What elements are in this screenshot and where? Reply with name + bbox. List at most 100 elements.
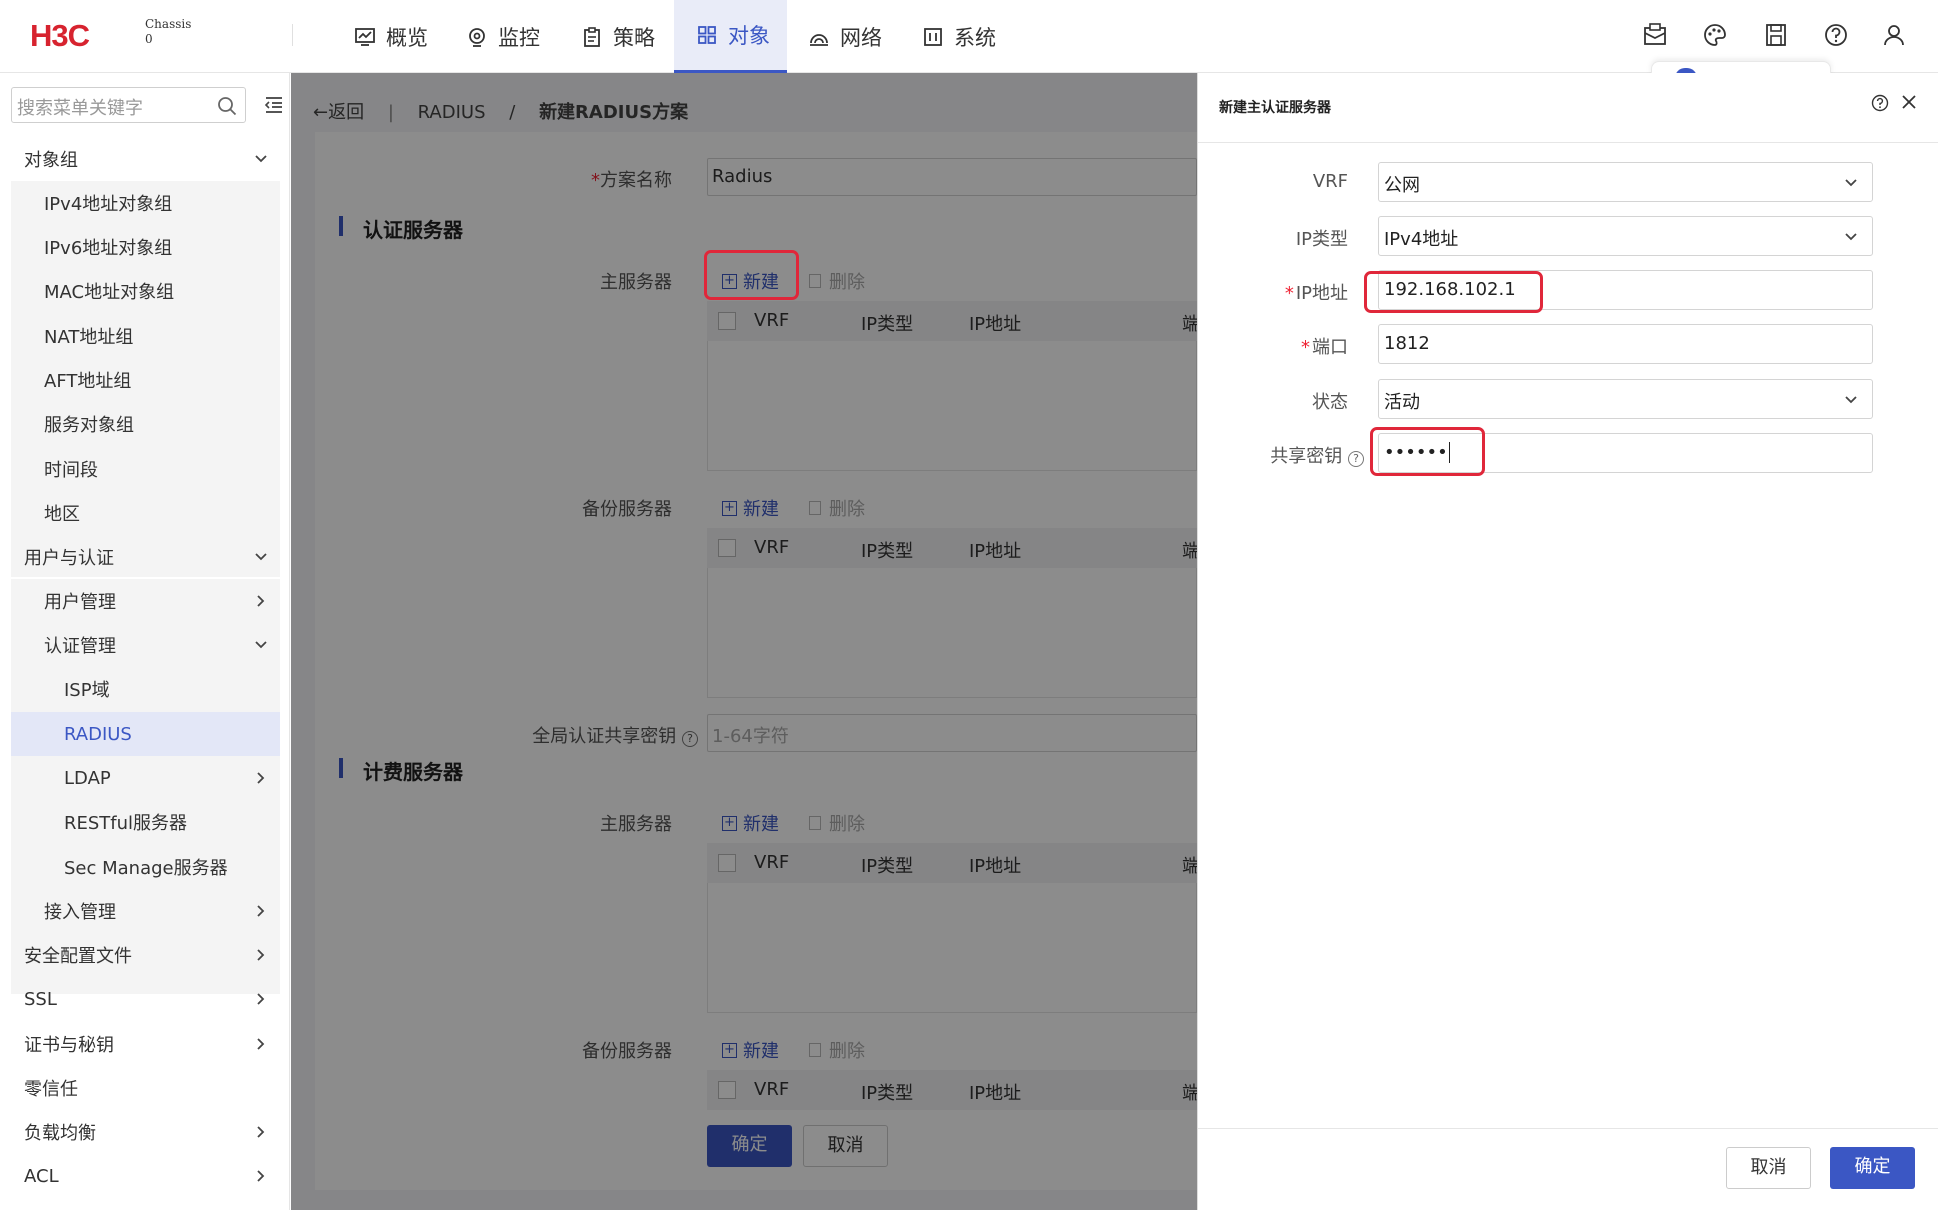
highlight-ip-address — [1364, 271, 1543, 313]
chevron-right-icon — [257, 949, 265, 961]
iptype-label: IP类型 — [1295, 229, 1348, 250]
highlight-shared-key — [1370, 427, 1485, 476]
menu-ipv4-group[interactable]: IPv4地址对象组 — [0, 181, 290, 225]
nav-network[interactable]: 网络 — [808, 0, 882, 73]
system-icon — [924, 27, 942, 46]
port-input[interactable]: 1812 — [1378, 324, 1873, 364]
menu-ssl[interactable]: SSL — [0, 977, 290, 1021]
chevron-down-icon — [1845, 233, 1857, 241]
highlight-new-button — [704, 250, 799, 300]
nav-monitor[interactable]: 监控 — [466, 0, 540, 73]
nav-system[interactable]: 系统 — [922, 0, 996, 73]
state-select[interactable]: 活动 — [1378, 379, 1873, 419]
nav-label: 系统 — [954, 25, 996, 50]
sidebar: 搜索菜单关键字 对象组 IPv4地址对象组 IPv6地址对象组 MAC地址对象组… — [0, 73, 290, 1210]
svg-text:H3C: H3C — [30, 18, 90, 52]
close-icon[interactable] — [1901, 94, 1917, 110]
iptype-select[interactable]: IPv4地址 — [1378, 216, 1873, 256]
device-line-1: Chassis — [145, 17, 192, 31]
menu-label: ACL — [24, 1165, 59, 1187]
menu-service-group[interactable]: 服务对象组 — [0, 402, 290, 446]
nav-overview[interactable]: 概览 — [354, 0, 428, 73]
menu-label: 时间段 — [44, 460, 98, 481]
help-icon[interactable]: ? — [1348, 451, 1364, 467]
policy-icon — [584, 26, 600, 47]
mailbox-icon[interactable] — [1642, 22, 1668, 48]
menu-zero-trust[interactable]: 零信任 — [0, 1066, 290, 1110]
collapse-menu-icon[interactable] — [264, 96, 284, 114]
chevron-down-icon — [1845, 396, 1857, 404]
menu-restful[interactable]: RESTful服务器 — [0, 800, 290, 844]
menu-label: 零信任 — [24, 1079, 78, 1100]
top-bar: H3C Chassis 0 概览 监控 策略 对象 网络 系统 — [0, 0, 1938, 73]
menu-user-auth[interactable]: 用户与认证 — [0, 535, 290, 579]
palette-icon[interactable] — [1702, 22, 1728, 48]
help-icon[interactable] — [1871, 94, 1889, 112]
menu-label: MAC地址对象组 — [44, 282, 175, 303]
menu-radius[interactable]: RADIUS — [11, 712, 280, 756]
save-icon[interactable] — [1763, 22, 1789, 48]
vrf-value: 公网 — [1384, 175, 1420, 196]
menu-ldap[interactable]: LDAP — [0, 756, 290, 800]
menu-label: 服务对象组 — [44, 415, 134, 436]
chevron-right-icon — [257, 993, 265, 1005]
objects-icon — [698, 26, 716, 44]
menu-isp-domain[interactable]: ISP域 — [0, 667, 290, 711]
menu-label: RADIUS — [64, 723, 132, 745]
menu-nat-group[interactable]: NAT地址组 — [0, 314, 290, 358]
device-line-2: 0 — [145, 32, 153, 46]
port-value: 1812 — [1384, 333, 1430, 354]
menu-auth-mgmt[interactable]: 认证管理 — [0, 623, 290, 667]
nav-policy[interactable]: 策略 — [581, 0, 655, 73]
menu-time-range[interactable]: 时间段 — [0, 447, 290, 491]
menu-ipv6-group[interactable]: IPv6地址对象组 — [0, 225, 290, 269]
menu-load-balance[interactable]: 负载均衡 — [0, 1110, 290, 1154]
state-value: 活动 — [1384, 392, 1420, 413]
key-label: 共享密钥 ? — [1198, 442, 1364, 468]
menu-region[interactable]: 地区 — [0, 491, 290, 535]
nav-label: 对象 — [728, 24, 770, 48]
menu-label: IPv4地址对象组 — [44, 194, 173, 215]
chevron-right-icon — [257, 1170, 265, 1182]
vrf-select[interactable]: 公网 — [1378, 162, 1873, 202]
menu-secmanage[interactable]: Sec Manage服务器 — [0, 845, 290, 889]
chevron-right-icon — [257, 772, 265, 784]
chevron-down-icon — [255, 553, 267, 561]
device-info: Chassis 0 — [145, 17, 191, 47]
port-label: * 端口 — [1301, 337, 1348, 358]
menu-aft-group[interactable]: AFT地址组 — [0, 358, 290, 402]
menu-acl[interactable]: ACL — [0, 1154, 290, 1198]
menu-label: ISP域 — [64, 680, 110, 701]
menu-label: IPv6地址对象组 — [44, 238, 173, 259]
modal-overlay[interactable] — [291, 73, 1197, 1210]
menu-access-mgmt[interactable]: 接入管理 — [0, 889, 290, 933]
chevron-right-icon — [257, 1126, 265, 1138]
dashboard-icon — [355, 27, 375, 46]
help-icon[interactable] — [1823, 22, 1849, 48]
search-icon[interactable] — [217, 96, 237, 116]
new-server-drawer: 新建主认证服务器 VRF 公网 IP类型 IPv4地址 * IP地址 192.16… — [1197, 73, 1938, 1210]
divider — [1198, 1128, 1938, 1129]
drawer-title: 新建主认证服务器 — [1219, 100, 1331, 116]
menu-label: AFT地址组 — [44, 371, 132, 392]
menu-user-mgmt[interactable]: 用户管理 — [0, 579, 290, 623]
h3c-logo[interactable]: H3C — [30, 18, 135, 52]
menu-label: SSL — [24, 988, 57, 1010]
menu-label: 用户与认证 — [24, 548, 114, 569]
search-input[interactable]: 搜索菜单关键字 — [11, 87, 246, 123]
drawer-ok-button[interactable]: 确定 — [1830, 1147, 1915, 1189]
menu-label: 对象组 — [24, 150, 78, 171]
menu-mac-group[interactable]: MAC地址对象组 — [0, 269, 290, 313]
user-icon[interactable] — [1881, 22, 1907, 48]
chevron-down-icon — [1845, 179, 1857, 187]
nav-objects[interactable]: 对象 — [674, 0, 787, 73]
drawer-cancel-button[interactable]: 取消 — [1726, 1147, 1811, 1189]
vrf-label: VRF — [1312, 171, 1348, 192]
menu-label: 地区 — [44, 504, 80, 525]
menu-cert[interactable]: 证书与秘钥 — [0, 1022, 290, 1066]
menu-sec-profile[interactable]: 安全配置文件 — [0, 933, 290, 977]
menu-label: 接入管理 — [44, 902, 116, 923]
menu-object-group[interactable]: 对象组 — [0, 137, 290, 181]
nav-label: 监控 — [498, 25, 540, 50]
network-icon — [810, 33, 828, 46]
